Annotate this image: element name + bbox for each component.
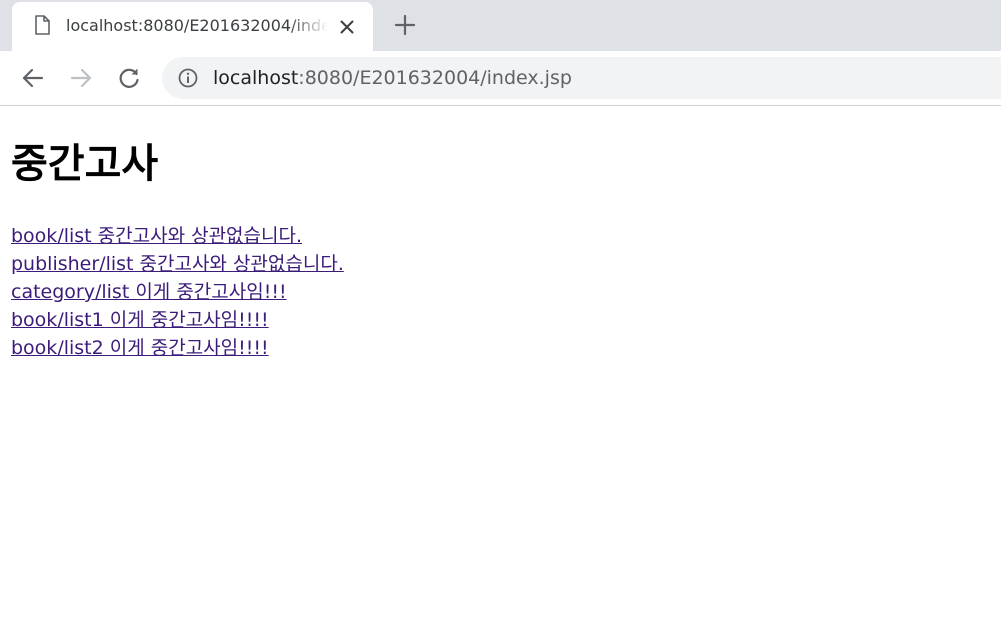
link-publisher-list[interactable]: publisher/list 중간고사와 상관없습니다. [11,253,344,275]
list-item: book/list 중간고사와 상관없습니다. [11,222,344,250]
link-book-list[interactable]: book/list 중간고사와 상관없습니다. [11,225,302,247]
reload-icon[interactable] [116,65,142,91]
list-item: category/list 이게 중간고사임!!! [11,278,344,306]
list-item: publisher/list 중간고사와 상관없습니다. [11,250,344,278]
info-icon[interactable] [178,68,198,88]
close-icon[interactable] [338,18,356,36]
page-content: 중간고사 book/list 중간고사와 상관없습니다. publisher/l… [0,106,1001,621]
url-host: localhost [213,67,299,89]
list-item: book/list1 이게 중간고사임!!!! [11,306,344,334]
tab-title: localhost:8080/E201632004/index.jsp [66,16,328,35]
url-path: :8080/E201632004/index.jsp [298,67,572,89]
page-icon [35,15,50,35]
link-book-list1[interactable]: book/list1 이게 중간고사임!!!! [11,309,269,331]
tab-strip: localhost:8080/E201632004/index.jsp [0,0,1001,51]
browser-window: localhost:8080/E201632004/index.jsp [0,0,1001,621]
page-title: 중간고사 [11,141,159,187]
browser-toolbar: localhost:8080/E201632004/index.jsp [0,51,1001,106]
plus-icon[interactable] [394,14,416,36]
url-text[interactable]: localhost:8080/E201632004/index.jsp [213,65,572,91]
link-category-list[interactable]: category/list 이게 중간고사임!!! [11,281,287,303]
arrow-left-icon[interactable] [20,65,46,91]
link-book-list2[interactable]: book/list2 이게 중간고사임!!!! [11,337,269,359]
arrow-right-icon[interactable] [68,65,94,91]
address-bar[interactable]: localhost:8080/E201632004/index.jsp [162,57,1001,99]
link-list: book/list 중간고사와 상관없습니다. publisher/list 중… [11,222,344,362]
tab-active[interactable]: localhost:8080/E201632004/index.jsp [12,2,373,51]
list-item: book/list2 이게 중간고사임!!!! [11,334,344,362]
